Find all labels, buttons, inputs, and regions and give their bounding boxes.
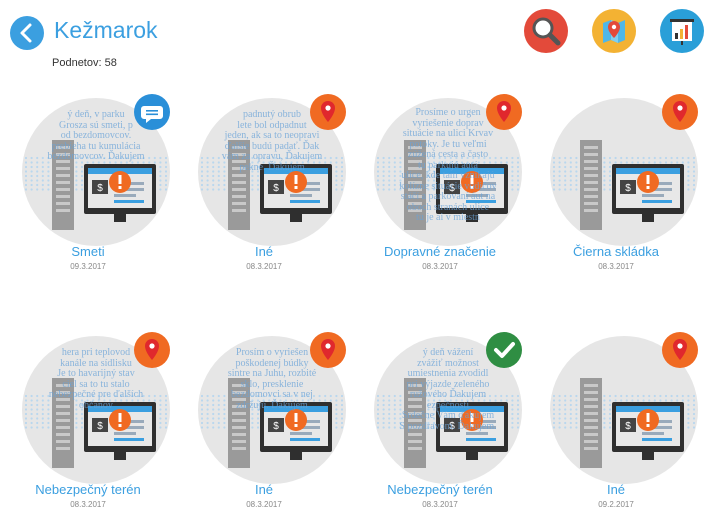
report-date: 08.3.2017 xyxy=(246,262,282,271)
svg-text:$: $ xyxy=(97,421,103,432)
report-description-line: bezdomovcov. Ďakujem xyxy=(47,151,145,162)
report-description-line: S pozdravom. Ďakujem. xyxy=(399,420,497,432)
report-date: 08.3.2017 xyxy=(422,262,458,271)
report-date: 08.3.2017 xyxy=(246,500,282,509)
location-pin-icon xyxy=(497,101,511,122)
report-date: 09.2.2017 xyxy=(598,500,634,509)
report-card[interactable]: $ Iné 09.2.2017 xyxy=(528,318,704,518)
svg-text:$: $ xyxy=(625,183,631,194)
status-badge xyxy=(310,332,346,368)
status-badge xyxy=(486,332,522,368)
report-category: Iné xyxy=(254,244,274,259)
svg-text:$: $ xyxy=(625,421,631,432)
location-pin-icon xyxy=(673,339,687,360)
status-badge xyxy=(662,332,698,368)
report-card[interactable]: $ Prosím o vyriešen poškodenej búdky sintr… xyxy=(176,318,352,518)
report-description-line: nebezpečné pre ďalších xyxy=(48,389,144,400)
status-badge xyxy=(486,94,522,130)
check-icon xyxy=(494,342,515,358)
report-description-line: situácie na ulici Krvav xyxy=(402,128,494,139)
report-category: Nebezpečný terén xyxy=(387,482,493,497)
report-description-line: bezdomovci sa v nej xyxy=(231,389,313,400)
chat-bubble-icon xyxy=(141,106,163,123)
report-card[interactable]: $ Čierna skládka 08.3.2017 xyxy=(528,80,704,280)
location-pin-icon xyxy=(673,101,687,122)
report-category: Nebezpečný terén xyxy=(35,482,141,497)
location-pin-icon xyxy=(321,339,335,360)
report-description-line: Je to havarijný stav xyxy=(57,368,135,379)
svg-text:$: $ xyxy=(273,421,279,432)
status-badge xyxy=(662,94,698,130)
report-date: 08.3.2017 xyxy=(598,262,634,271)
report-date: 08.3.2017 xyxy=(70,500,106,509)
report-description-line: stáčí a parkovaní áut na xyxy=(400,191,496,202)
svg-text:$: $ xyxy=(97,183,103,194)
report-description-line: ružového Ďakujem xyxy=(409,389,487,400)
location-pin-icon xyxy=(145,339,159,360)
report-category: Dopravné značenie xyxy=(383,244,497,259)
report-description-line: pekne. Ďakujem xyxy=(239,161,305,173)
report-description-line: občanov xyxy=(79,399,113,411)
report-description-line: tu je ai v miestn xyxy=(416,212,480,223)
report-category: Iné xyxy=(606,482,626,497)
status-badge xyxy=(310,94,346,130)
report-card[interactable]: $ hera pri teplovod kanále na sídlisku Je … xyxy=(0,318,176,518)
report-description-line: zdržujú. Ďakujem xyxy=(236,399,308,411)
status-badge xyxy=(134,332,170,368)
report-description-line: od bezdomovcov. xyxy=(60,130,132,141)
report-description-line: vám za opravu, Ďakujem xyxy=(221,151,323,162)
report-card[interactable]: $ ý deň, v parku Grosza sú smeti, p od bez… xyxy=(0,80,176,280)
report-description-line: sintre na Juhu, rozbité xyxy=(227,368,317,379)
report-description-line: Srdečne Vám ďakujem xyxy=(401,410,495,421)
report-description-line: umiestnenia zvodidl xyxy=(407,368,489,379)
report-category: Iné xyxy=(254,482,274,497)
report-card[interactable]: $ ý deň vážení zvážiť možnost umiestnenia … xyxy=(352,318,528,518)
report-card[interactable]: $ Prosíme o urgen vyriešenie doprav situác… xyxy=(352,80,528,280)
report-category: Smeti xyxy=(71,244,105,259)
report-description-line: jeden, ak sa to neopravi xyxy=(224,130,320,141)
svg-text:$: $ xyxy=(273,183,279,194)
reports-grid: $ ý deň, v parku Grosza sú smeti, p od bez… xyxy=(0,0,704,524)
report-description-line: ulice, kde tam vznikajú xyxy=(401,170,495,181)
report-date: 08.3.2017 xyxy=(422,500,458,509)
location-pin-icon xyxy=(321,101,335,122)
status-badge xyxy=(134,94,170,130)
report-card[interactable]: $ padnutý obrub lete bol odpadnut jeden, a… xyxy=(176,80,352,280)
report-description-line: zúžená cesta a často xyxy=(407,149,489,160)
report-date: 09.3.2017 xyxy=(70,262,106,271)
report-category: Čierna skládka xyxy=(573,244,659,259)
